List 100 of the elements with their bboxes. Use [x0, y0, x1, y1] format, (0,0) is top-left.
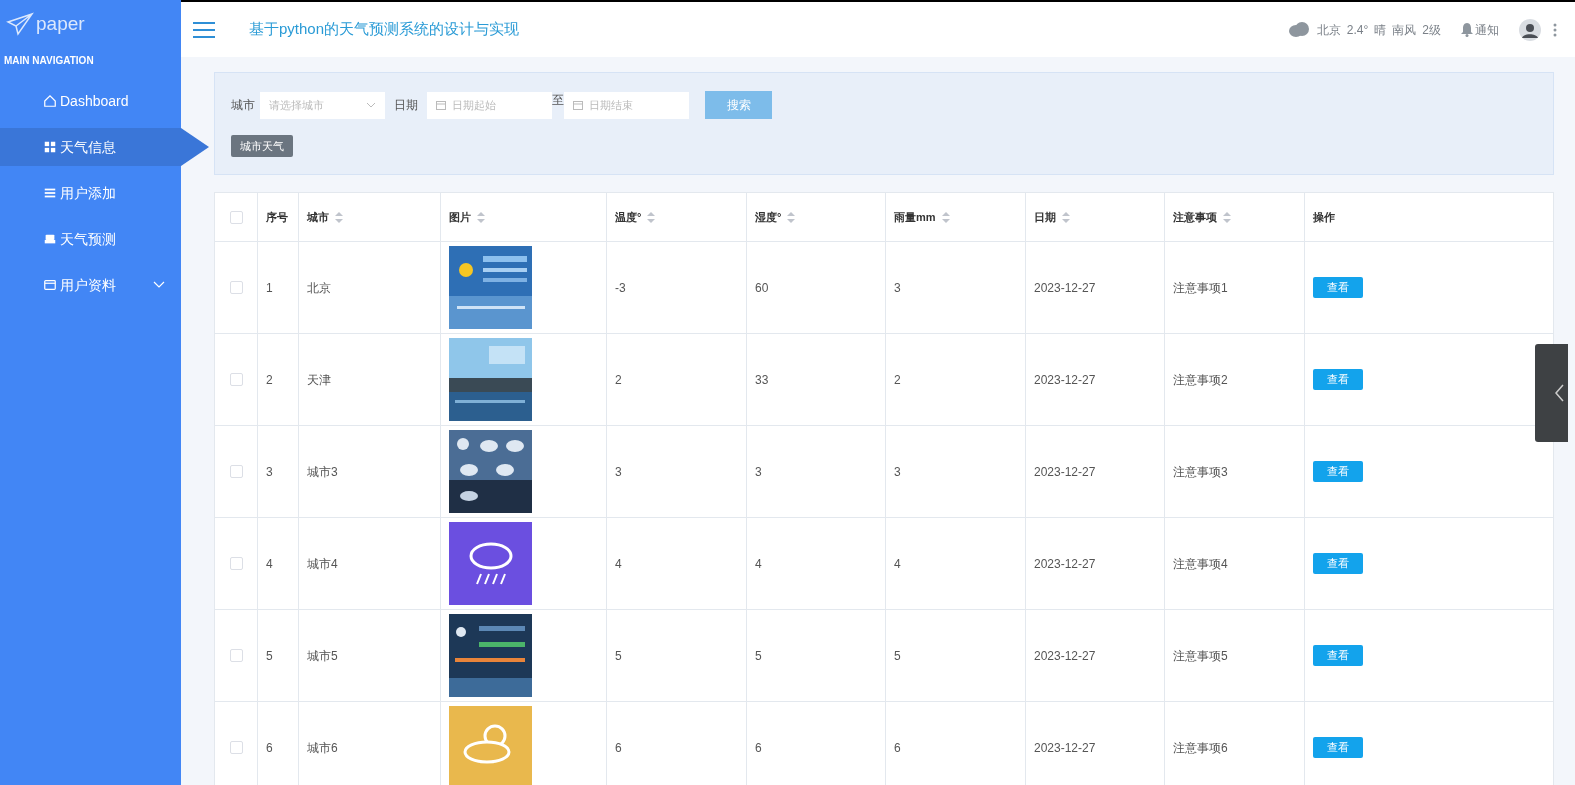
paper-plane-icon [6, 12, 34, 36]
checkbox[interactable] [229, 281, 243, 294]
table-cell-text: 注意事项1 [1173, 279, 1228, 297]
table-cell-text: 城市6 [307, 739, 338, 757]
nav-heading: MAIN NAVIGATION [3, 53, 95, 68]
view-button[interactable]: 查看 [1313, 645, 1363, 666]
table-cell-text: 2 [894, 371, 901, 389]
chevron-icon [366, 102, 376, 108]
grid-icon [43, 140, 57, 154]
sort-icon[interactable] [1223, 211, 1231, 223]
weather-text: 北京 [1316, 21, 1341, 39]
search-button[interactable]: 搜索 [705, 91, 772, 119]
table-cell-text: 2023-12-27 [1034, 371, 1096, 389]
column-header: 雨量mm [894, 209, 936, 225]
date-start-field[interactable]: 日期起始 [427, 91, 552, 119]
column-header: 温度° [615, 209, 642, 225]
table-cell-text: 城市5 [307, 647, 338, 665]
view-button[interactable]: 查看 [1313, 737, 1363, 758]
notify-link[interactable]: 通知 [1475, 20, 1499, 39]
table-cell-text: 注意事项3 [1173, 463, 1228, 481]
table-cell-text: 2 [615, 371, 622, 389]
sidebar-item[interactable]: Dashboard [0, 82, 181, 120]
table-cell-text: 2023-12-27 [1034, 463, 1096, 481]
chevron-left-icon [1555, 384, 1564, 402]
more-icon[interactable] [1553, 22, 1557, 37]
column-header: 图片 [449, 209, 471, 225]
sort-icon[interactable] [1062, 211, 1070, 223]
table-cell-text: 4 [755, 555, 762, 573]
side-drawer-tab[interactable] [1535, 344, 1568, 442]
table-cell-text: 2 [266, 371, 273, 389]
weather-text: 南风 [1392, 21, 1417, 39]
table-cell-text: 6 [615, 739, 622, 757]
table-cell-text: 33 [755, 371, 769, 389]
table-cell-text: 城市3 [307, 463, 338, 481]
checkbox[interactable] [229, 557, 243, 570]
table-cell-text: 天津 [307, 371, 331, 389]
avatar[interactable] [1519, 18, 1541, 41]
city-select[interactable]: 请选择城市 [260, 91, 385, 119]
checkbox[interactable] [229, 649, 243, 662]
weather-text: 2级 [1422, 21, 1441, 39]
view-button[interactable]: 查看 [1313, 277, 1363, 298]
sort-icon[interactable] [647, 211, 656, 223]
checkbox[interactable] [229, 741, 243, 754]
column-header: 城市 [307, 209, 329, 225]
table-cell-text: 5 [894, 647, 901, 665]
sort-icon[interactable] [335, 211, 343, 223]
table-cell-text: 3 [894, 279, 901, 297]
list-icon [43, 186, 57, 200]
date-end-field[interactable]: 日期结束 [564, 91, 689, 119]
view-button[interactable]: 查看 [1313, 553, 1363, 574]
table-cell-text: 北京 [307, 279, 331, 297]
table-cell-text: 注意事项4 [1173, 555, 1228, 573]
table-cell-text: 5 [266, 647, 273, 665]
column-header: 注意事项 [1173, 209, 1217, 225]
menu-icon[interactable] [193, 21, 215, 38]
sort-icon[interactable] [477, 211, 485, 223]
table-cell-text: 3 [755, 463, 762, 481]
table-cell-text: 2023-12-27 [1034, 739, 1096, 757]
table-cell-text: 2023-12-27 [1034, 647, 1096, 665]
column-header: 操作 [1313, 209, 1335, 225]
view-button[interactable]: 查看 [1313, 369, 1363, 390]
printer-icon [43, 232, 57, 246]
table-cell-text: 5 [755, 647, 762, 665]
sidebar-item[interactable]: 用户添加 [0, 174, 181, 212]
table-cell-text: 6 [755, 739, 762, 757]
sidebar-item[interactable]: 天气预测 [0, 220, 181, 258]
city-label: 城市 [231, 97, 255, 114]
calendar-icon [436, 100, 446, 110]
table-cell-text: 2023-12-27 [1034, 279, 1096, 297]
weather-text: 2.4° [1346, 21, 1369, 39]
weather-text: 晴 [1374, 21, 1387, 39]
sort-icon[interactable] [941, 211, 950, 223]
cloud-icon [1288, 22, 1309, 37]
view-button[interactable]: 查看 [1313, 461, 1363, 482]
sidebar-item[interactable]: 用户资料 [0, 266, 181, 304]
column-header: 日期 [1034, 209, 1056, 225]
table-cell-text: 6 [266, 739, 273, 757]
card-icon [43, 278, 57, 292]
checkbox[interactable] [229, 373, 243, 386]
table-cell-text: 6 [894, 739, 901, 757]
table-cell-text: -3 [615, 279, 626, 297]
checkbox[interactable] [229, 210, 243, 224]
city-weather-button[interactable]: 城市天气 [231, 135, 293, 157]
column-header: 序号 [266, 209, 288, 225]
date-separator: 至 [552, 92, 564, 109]
sort-icon[interactable] [787, 211, 796, 223]
table-cell-text: 注意事项6 [1173, 739, 1228, 757]
table-cell-text: 注意事项5 [1173, 647, 1228, 665]
logo-text: paper [36, 11, 85, 36]
table-cell-text: 3 [894, 463, 901, 481]
calendar-icon [573, 100, 583, 110]
table-cell-text: 3 [615, 463, 622, 481]
table-cell-text: 城市4 [307, 555, 338, 573]
table-cell-text: 2023-12-27 [1034, 555, 1096, 573]
table-cell-text: 1 [266, 279, 273, 297]
page-title: 基于python的天气预测系统的设计与实现 [249, 19, 520, 40]
table-cell-text: 3 [266, 463, 273, 481]
checkbox[interactable] [229, 465, 243, 478]
table-cell-text: 60 [755, 279, 769, 297]
table-cell-text: 4 [615, 555, 622, 573]
